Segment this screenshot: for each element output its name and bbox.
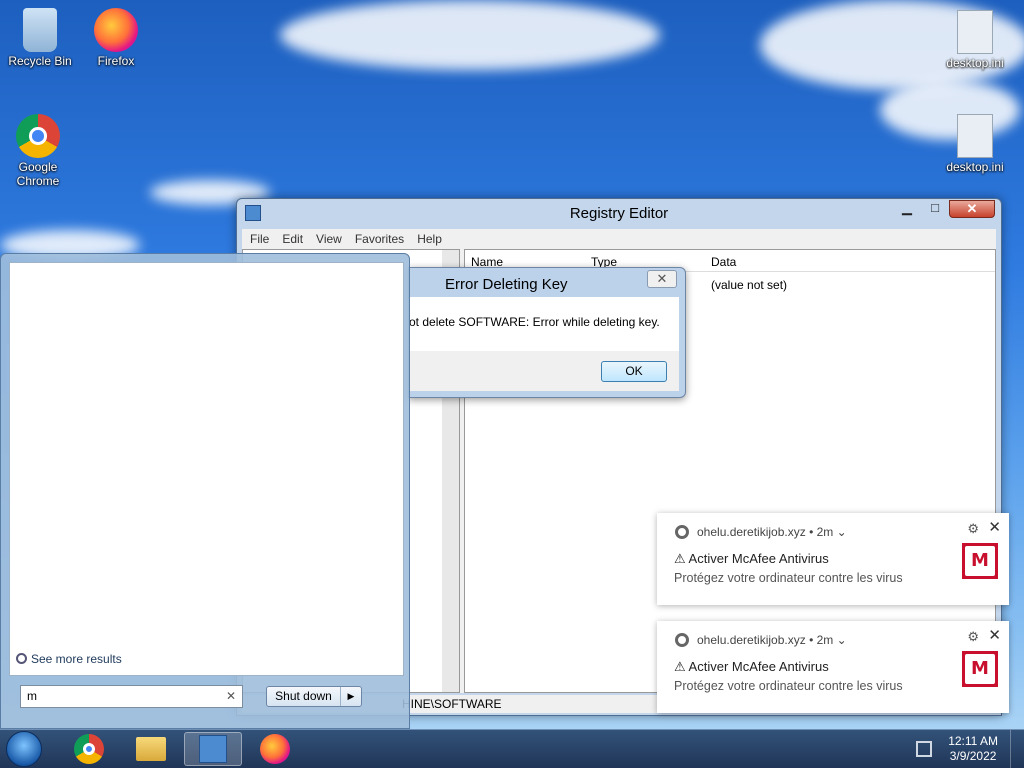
list-item[interactable]: (value not set) (711, 278, 787, 292)
desktop-icon-label: desktop.ini (946, 56, 1004, 70)
search-value: m (27, 689, 37, 703)
close-icon[interactable]: ✕ (988, 518, 1001, 536)
chrome-icon (16, 114, 60, 158)
minimize-button[interactable]: ▁ (893, 200, 921, 218)
notification-source: ohelu.deretikijob.xyz • 2m ⌄ (697, 525, 847, 539)
dialog-close-button[interactable]: ✕ (647, 270, 677, 288)
show-desktop-button[interactable] (1010, 730, 1024, 768)
close-icon[interactable]: ✕ (988, 626, 1001, 644)
menu-help[interactable]: Help (417, 229, 442, 249)
chrome-icon (74, 734, 104, 764)
ok-button[interactable]: OK (601, 361, 667, 382)
clock[interactable]: 12:11 AM 3/9/2022 (948, 734, 998, 764)
shutdown-label: Shut down (267, 687, 341, 706)
window-title: Registry Editor (569, 205, 669, 222)
notification-toast[interactable]: ohelu.deretikijob.xyz • 2m ⌄ ⚙ ✕ ⚠ Activ… (657, 621, 1009, 713)
see-more-label: See more results (31, 652, 122, 666)
notification-toast[interactable]: ohelu.deretikijob.xyz • 2m ⌄ ⚙ ✕ ⚠ Activ… (657, 513, 1009, 605)
firefox-icon (260, 734, 290, 764)
mcafee-logo-icon (962, 651, 998, 687)
settings-file-icon (957, 114, 993, 158)
dialog-title: Error Deleting Key (445, 276, 568, 293)
notification-title: ⚠ Activer McAfee Antivirus (674, 551, 829, 566)
search-results-panel (9, 262, 404, 676)
chrome-icon (675, 633, 689, 647)
recycle-bin-icon (23, 8, 57, 52)
menu-file[interactable]: File (250, 229, 269, 249)
dialog-message: ot delete SOFTWARE: Error while deleting… (409, 315, 660, 329)
column-data[interactable]: Data (711, 255, 736, 269)
folder-icon (136, 737, 166, 761)
shutdown-arrow-icon[interactable]: ▶ (341, 687, 361, 706)
start-search-input[interactable]: m ✕ (20, 685, 243, 708)
menu-favorites[interactable]: Favorites (355, 229, 404, 249)
settings-gear-icon[interactable]: ⚙ (967, 629, 979, 645)
desktop-icon-label: desktop.ini (946, 160, 1004, 174)
search-icon (16, 653, 27, 664)
desktop-icon-label: Google Chrome (16, 160, 60, 188)
network-icon[interactable] (916, 741, 932, 757)
taskbar-explorer[interactable] (122, 732, 180, 766)
desktop-icon-desktop-ini[interactable]: desktop.ini (937, 10, 1013, 70)
maximize-button[interactable]: □ (921, 200, 949, 218)
desktop-icon-firefox[interactable]: Firefox (78, 8, 154, 68)
notification-body: Protégez votre ordinateur contre les vir… (674, 679, 903, 693)
menu-bar: File Edit View Favorites Help (242, 229, 996, 249)
taskbar: 12:11 AM 3/9/2022 (0, 729, 1024, 768)
menu-edit[interactable]: Edit (282, 229, 303, 249)
menu-view[interactable]: View (316, 229, 342, 249)
notification-title: ⚠ Activer McAfee Antivirus (674, 659, 829, 674)
dialog-footer: OK (409, 351, 679, 391)
clear-search-icon[interactable]: ✕ (226, 689, 236, 703)
settings-gear-icon[interactable]: ⚙ (967, 521, 979, 537)
clock-date: 3/9/2022 (949, 749, 997, 763)
regedit-icon (199, 735, 227, 763)
notification-source: ohelu.deretikijob.xyz • 2m ⌄ (697, 633, 847, 647)
desktop-icon-label: Firefox (97, 54, 135, 68)
taskbar-firefox[interactable] (246, 732, 304, 766)
chrome-icon (675, 525, 689, 539)
see-more-results-link[interactable]: See more results (16, 652, 122, 666)
notification-body: Protégez votre ordinateur contre les vir… (674, 571, 903, 585)
taskbar-chrome[interactable] (60, 732, 118, 766)
clock-time: 12:11 AM (948, 734, 998, 748)
settings-file-icon (957, 10, 993, 54)
title-bar[interactable]: Registry Editor ▁ □ ✕ (237, 199, 1001, 229)
close-button[interactable]: ✕ (949, 200, 995, 218)
start-button[interactable] (6, 731, 42, 767)
status-path: HINE\SOFTWARE (402, 697, 502, 711)
mcafee-logo-icon (962, 543, 998, 579)
desktop-icon-desktop-ini-2[interactable]: desktop.ini (937, 114, 1013, 174)
desktop-icon-google-chrome[interactable]: Google Chrome (0, 114, 76, 188)
error-dialog: Error Deleting Key ✕ ot delete SOFTWARE:… (408, 267, 686, 398)
desktop-icon-label: Recycle Bin (8, 54, 72, 68)
desktop-icon-recycle-bin[interactable]: Recycle Bin (2, 8, 78, 68)
value-data: (value not set) (711, 278, 788, 292)
taskbar-regedit[interactable] (184, 732, 242, 766)
firefox-icon (94, 8, 138, 52)
shutdown-button[interactable]: Shut down ▶ (266, 686, 362, 707)
dialog-body: ot delete SOFTWARE: Error while deleting… (409, 297, 679, 351)
